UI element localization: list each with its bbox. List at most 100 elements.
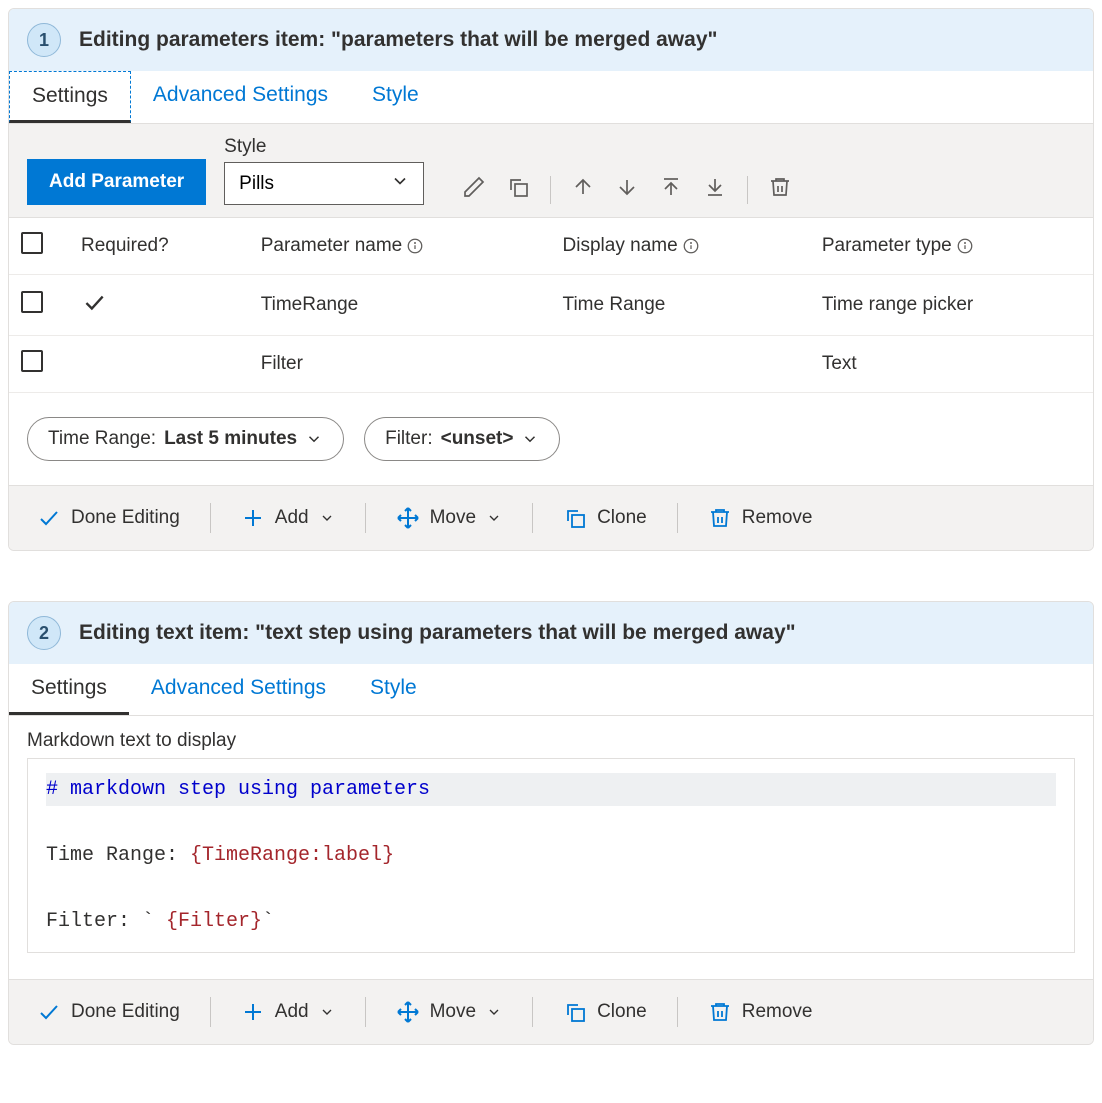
cell-param-type: Text (810, 336, 1093, 393)
copy-icon (563, 506, 587, 530)
code-token: {TimeRange:label} (190, 844, 394, 867)
cell-display-name (551, 336, 810, 393)
arrow-top-icon[interactable] (659, 175, 683, 205)
style-field: Style Pills (224, 136, 424, 205)
parameters-pills: Time Range: Last 5 minutes Filter: <unse… (9, 393, 1093, 485)
style-select[interactable]: Pills (224, 162, 424, 205)
markdown-editor[interactable]: # markdown step using parameters Time Ra… (27, 758, 1075, 953)
param-icon-toolbar (462, 175, 792, 205)
parameters-toolbar: Add Parameter Style Pills (9, 124, 1093, 218)
clone-button[interactable]: Clone (553, 994, 657, 1030)
info-icon[interactable] (956, 237, 974, 255)
text-step-panel: 2 Editing text item: "text step using pa… (8, 601, 1094, 1045)
tab-advanced-settings[interactable]: Advanced Settings (131, 71, 350, 123)
tab-settings[interactable]: Settings (9, 664, 129, 715)
move-button[interactable]: Move (386, 500, 512, 536)
separator (532, 503, 533, 533)
plus-icon (241, 506, 265, 530)
copy-icon[interactable] (506, 175, 530, 205)
move-icon (396, 1000, 420, 1024)
row-checkbox[interactable] (21, 350, 43, 372)
tabbar: Settings Advanced Settings Style (9, 71, 1093, 124)
cell-param-name: Filter (249, 336, 551, 393)
pill-label: Time Range: (48, 428, 156, 450)
pill-filter[interactable]: Filter: <unset> (364, 417, 560, 461)
col-required: Required? (69, 218, 249, 275)
separator (747, 176, 748, 204)
copy-icon (563, 1000, 587, 1024)
step-badge: 1 (27, 23, 61, 57)
code-token: Time Range: (46, 844, 190, 867)
tab-style[interactable]: Style (348, 664, 439, 715)
chevron-down-icon (305, 430, 323, 448)
parameters-step-panel: 1 Editing parameters item: "parameters t… (8, 8, 1094, 551)
code-token: {Filter} (166, 910, 262, 933)
move-icon (396, 506, 420, 530)
step-badge: 2 (27, 616, 61, 650)
parameters-table: Required? Parameter name Display name Pa… (9, 218, 1093, 393)
col-parameter-name: Parameter name (249, 218, 551, 275)
remove-button[interactable]: Remove (698, 500, 823, 536)
delete-icon (708, 1000, 732, 1024)
markdown-label: Markdown text to display (9, 716, 1093, 758)
panel-title: Editing parameters item: "parameters tha… (79, 28, 717, 52)
add-button[interactable]: Add (231, 500, 345, 536)
arrow-down-icon[interactable] (615, 175, 639, 205)
panel-title: Editing text item: "text step using para… (79, 621, 796, 645)
chevron-down-icon (486, 1004, 502, 1020)
row-checkbox[interactable] (21, 291, 43, 313)
code-token: # markdown step using parameters (46, 778, 430, 801)
panel-header: 2 Editing text item: "text step using pa… (9, 602, 1093, 664)
remove-button[interactable]: Remove (698, 994, 823, 1030)
tabbar: Settings Advanced Settings Style (9, 664, 1093, 716)
edit-icon[interactable] (462, 175, 486, 205)
chevron-down-icon (319, 510, 335, 526)
chevron-down-icon (486, 510, 502, 526)
add-button[interactable]: Add (231, 994, 345, 1030)
separator (677, 997, 678, 1027)
action-bar: Done Editing Add Move Clone Remove (9, 485, 1093, 550)
table-row[interactable]: Filter Text (9, 336, 1093, 393)
info-icon[interactable] (406, 237, 424, 255)
cell-display-name: Time Range (551, 275, 810, 336)
arrow-up-icon[interactable] (571, 175, 595, 205)
plus-icon (241, 1000, 265, 1024)
tab-advanced-settings[interactable]: Advanced Settings (129, 664, 348, 715)
tab-settings[interactable]: Settings (9, 71, 131, 123)
move-button[interactable]: Move (386, 994, 512, 1030)
checkmark-icon (37, 1000, 61, 1024)
add-parameter-button[interactable]: Add Parameter (27, 159, 206, 205)
pill-label: Filter: (385, 428, 433, 450)
separator (677, 503, 678, 533)
separator (532, 997, 533, 1027)
cell-param-name: TimeRange (249, 275, 551, 336)
separator (210, 997, 211, 1027)
table-row[interactable]: TimeRange Time Range Time range picker (9, 275, 1093, 336)
col-parameter-type: Parameter type (810, 218, 1093, 275)
tab-style[interactable]: Style (350, 71, 441, 123)
done-editing-button[interactable]: Done Editing (27, 500, 190, 536)
delete-icon[interactable] (768, 175, 792, 205)
info-icon[interactable] (682, 237, 700, 255)
style-label: Style (224, 136, 424, 158)
done-editing-button[interactable]: Done Editing (27, 994, 190, 1030)
checkmark-icon (81, 299, 107, 320)
pill-value: Last 5 minutes (164, 428, 297, 450)
arrow-bottom-icon[interactable] (703, 175, 727, 205)
panel-header: 1 Editing parameters item: "parameters t… (9, 9, 1093, 71)
pill-time-range[interactable]: Time Range: Last 5 minutes (27, 417, 344, 461)
chevron-down-icon (319, 1004, 335, 1020)
checkmark-icon (37, 506, 61, 530)
code-token: Filter: ` (46, 910, 166, 933)
pill-value: <unset> (441, 428, 514, 450)
code-token: ` (262, 910, 274, 933)
cell-param-type: Time range picker (810, 275, 1093, 336)
clone-button[interactable]: Clone (553, 500, 657, 536)
separator (365, 503, 366, 533)
chevron-down-icon (521, 430, 539, 448)
separator (365, 997, 366, 1027)
select-all-checkbox[interactable] (21, 232, 43, 254)
separator (210, 503, 211, 533)
col-display-name: Display name (551, 218, 810, 275)
action-bar: Done Editing Add Move Clone Remove (9, 979, 1093, 1044)
